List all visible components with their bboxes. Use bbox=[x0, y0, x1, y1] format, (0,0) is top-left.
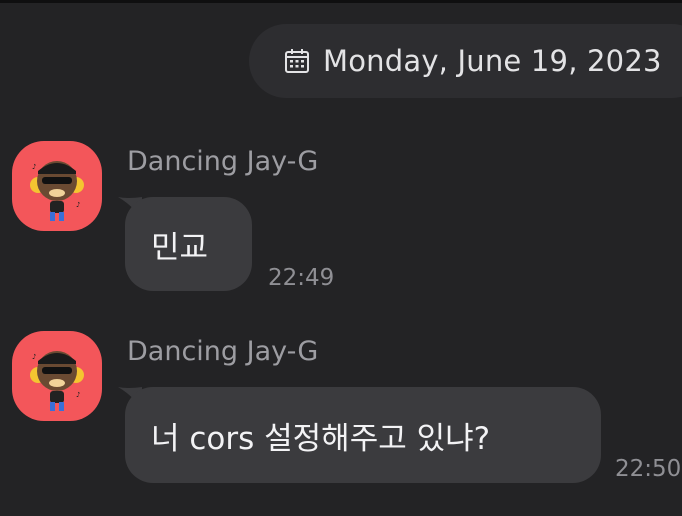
dancing-jay-g-avatar-icon: ♪ ♪ bbox=[30, 351, 84, 411]
date-text: Monday, June 19, 2023 bbox=[323, 44, 662, 78]
svg-text:♪: ♪ bbox=[32, 163, 36, 171]
message-text: 민교 bbox=[151, 229, 209, 266]
calendar-icon bbox=[285, 49, 309, 73]
window-top-edge bbox=[0, 0, 682, 3]
message-time: 22:49 bbox=[268, 265, 335, 291]
svg-text:♪: ♪ bbox=[76, 201, 80, 209]
dancing-jay-g-avatar-icon: ♪ ♪ bbox=[30, 161, 84, 221]
svg-text:♪: ♪ bbox=[76, 391, 80, 399]
sender-avatar[interactable]: ♪ ♪ bbox=[12, 141, 102, 231]
message-bubble[interactable]: 너 cors 설정해주고 있냐? bbox=[125, 387, 601, 483]
svg-text:♪: ♪ bbox=[32, 353, 36, 361]
message-text: 너 cors 설정해주고 있냐? bbox=[151, 420, 491, 457]
message-bubble[interactable]: 민교 bbox=[125, 197, 252, 291]
sender-name: Dancing Jay-G bbox=[127, 336, 319, 367]
message-time: 22:50 bbox=[615, 456, 682, 482]
date-divider: Monday, June 19, 2023 bbox=[249, 24, 682, 98]
sender-avatar[interactable]: ♪ ♪ bbox=[12, 331, 102, 421]
sender-name: Dancing Jay-G bbox=[127, 146, 319, 177]
